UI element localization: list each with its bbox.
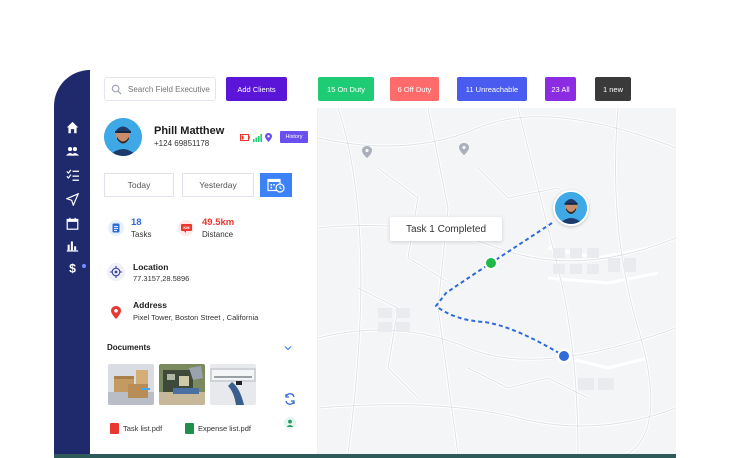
user-icon[interactable]: [283, 416, 297, 430]
distance-badge-text: KM: [183, 225, 190, 230]
map-roads: [318, 108, 676, 454]
team-icon[interactable]: [61, 142, 83, 160]
task-tooltip: Task 1 Completed: [390, 217, 502, 241]
address-value: Pixel Tower, Boston Street , California: [133, 313, 259, 322]
search-input[interactable]: [128, 84, 214, 94]
tab-today[interactable]: Today: [104, 173, 174, 197]
distance-value: 49.5km: [202, 217, 235, 228]
spreadsheet-file-icon: [185, 422, 194, 434]
crosshair-icon: [107, 263, 125, 281]
waypoint-completed-marker[interactable]: [484, 256, 498, 270]
document-thumbnail-hardware[interactable]: [159, 364, 205, 405]
document-thumbnail-repair[interactable]: [210, 364, 256, 405]
file-task-list[interactable]: Task list.pdf: [110, 419, 162, 437]
documents-title: Documents: [107, 343, 151, 352]
pdf-file-icon: [110, 422, 119, 434]
reassign-icon[interactable]: [283, 392, 297, 406]
location-title: Location: [133, 262, 169, 272]
distance-label: Distance: [202, 230, 234, 239]
file-name: Task list.pdf: [123, 423, 163, 433]
map-view[interactable]: [318, 108, 676, 454]
signal-icon: [253, 133, 262, 142]
battery-icon: [240, 134, 250, 141]
history-button[interactable]: History: [280, 131, 308, 143]
dollar-icon[interactable]: $: [61, 258, 83, 276]
active-indicator: [82, 264, 86, 268]
all-filter-button[interactable]: 23 All: [545, 77, 576, 101]
new-filter-button[interactable]: 1 new: [595, 77, 631, 101]
document-thumbnail-boxes[interactable]: [108, 364, 154, 405]
file-expense-list[interactable]: Expense list.pdf: [185, 419, 251, 437]
tasks-label: Tasks: [131, 230, 152, 239]
start-point-marker[interactable]: [557, 349, 571, 363]
location-coordinates: 77.3157,28.5896: [133, 274, 190, 283]
chevron-down-icon[interactable]: [284, 344, 292, 353]
location-pin-icon: [265, 133, 272, 142]
calendar-clock-icon: [267, 178, 285, 193]
address-pin-icon: [107, 303, 125, 321]
file-name: Expense list.pdf: [198, 423, 251, 433]
svg-text:$: $: [69, 261, 76, 274]
address-title: Address: [133, 300, 168, 310]
on-duty-filter-button[interactable]: 15 On Duty: [318, 77, 374, 101]
search-icon: [111, 84, 122, 95]
search-box[interactable]: [104, 77, 216, 101]
bottom-bar: [54, 454, 676, 458]
navigation-icon[interactable]: [61, 190, 83, 208]
date-picker-button[interactable]: [260, 173, 292, 197]
calendar-icon[interactable]: [61, 214, 83, 232]
task-list-icon[interactable]: [61, 166, 83, 184]
distance-icon: KM: [178, 220, 194, 236]
tasks-icon: [108, 220, 124, 236]
status-icons: [240, 133, 272, 142]
route-path: [434, 222, 565, 357]
tasks-count: 18: [131, 217, 142, 228]
off-duty-filter-button[interactable]: 6 Off Duty: [390, 77, 439, 101]
unreachable-filter-button[interactable]: 11 Unreachable: [457, 77, 527, 101]
executive-name: Phill Matthew: [154, 125, 225, 137]
add-clients-button[interactable]: Add Clients: [226, 77, 287, 101]
executive-map-avatar[interactable]: [553, 190, 589, 226]
tab-yesterday[interactable]: Yesterday: [182, 173, 254, 197]
bar-chart-icon[interactable]: [61, 236, 83, 254]
home-icon[interactable]: [61, 118, 83, 136]
executive-phone: +124 69851178: [154, 139, 210, 148]
avatar: [104, 118, 142, 156]
